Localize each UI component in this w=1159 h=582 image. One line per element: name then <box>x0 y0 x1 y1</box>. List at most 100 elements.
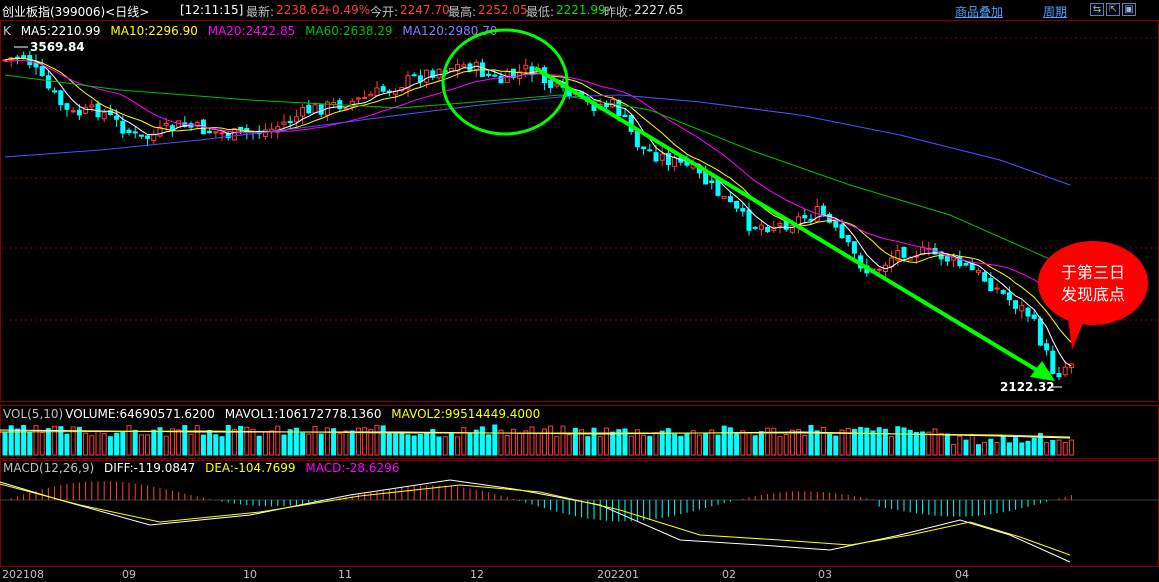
candle <box>851 241 857 254</box>
candle <box>752 226 758 229</box>
volume-bar <box>1031 437 1037 456</box>
volume-bar <box>802 435 808 456</box>
high-marker-label: 3569.84 <box>30 40 85 54</box>
candle <box>647 149 653 152</box>
volume-bar <box>994 441 1000 456</box>
volume-bar <box>182 425 188 456</box>
volume-bar <box>39 432 45 456</box>
volume-bar <box>690 430 696 456</box>
volume-bar <box>951 443 957 456</box>
candle <box>362 97 368 100</box>
candle <box>1044 343 1050 351</box>
volume-bar <box>560 425 566 456</box>
kline-chart[interactable]: 于第三日发现底点 <box>0 0 1159 582</box>
volume-bar <box>448 433 454 456</box>
volume-bar <box>300 432 306 456</box>
volume-bar <box>504 434 510 456</box>
candle <box>163 123 169 126</box>
volume-bar <box>678 435 684 456</box>
volume-bar <box>225 424 231 456</box>
candle <box>994 287 1000 290</box>
volume-bar <box>944 433 950 456</box>
volume-bar <box>318 433 324 456</box>
candle <box>231 128 237 141</box>
volume-bar <box>411 435 417 456</box>
volume-bar <box>913 431 919 456</box>
candle <box>777 222 783 227</box>
volume-bar <box>386 431 392 456</box>
volume-bar <box>789 429 795 456</box>
volume-bar <box>151 429 157 456</box>
callout-text: 于第三日 <box>1061 263 1125 282</box>
candle <box>101 111 107 120</box>
candle <box>355 97 361 100</box>
candle <box>622 114 628 118</box>
candle <box>944 255 950 262</box>
candle <box>1031 314 1037 319</box>
candle <box>659 153 665 161</box>
candle <box>461 64 467 68</box>
volume-bar <box>188 433 194 456</box>
candle <box>721 195 727 199</box>
candle <box>982 272 988 282</box>
candle <box>988 278 994 292</box>
volume-bar <box>597 435 603 456</box>
volume-bar <box>442 436 448 456</box>
volume-bar <box>672 433 678 456</box>
candle <box>293 116 299 123</box>
candle <box>300 106 306 117</box>
candle <box>975 269 981 273</box>
candle <box>703 171 709 185</box>
volume-bar <box>498 429 504 456</box>
candle <box>1000 290 1006 294</box>
volume-bar <box>628 435 634 456</box>
volume-bar <box>393 432 399 456</box>
volume-bar <box>95 430 101 456</box>
volume-bar <box>461 427 467 456</box>
candle <box>89 104 95 108</box>
candle <box>70 110 76 113</box>
volume-bar <box>45 428 51 456</box>
volume-bar <box>591 427 597 456</box>
volume-bar <box>114 432 120 456</box>
candle <box>548 79 554 88</box>
volume-bar <box>163 435 169 456</box>
candle <box>21 55 27 59</box>
volume-bar <box>492 424 498 456</box>
candle <box>963 262 969 266</box>
candle <box>715 179 721 196</box>
volume-bar <box>231 428 237 456</box>
volume-bar <box>808 425 814 456</box>
candle <box>498 75 504 84</box>
volume-bar <box>238 425 244 456</box>
candle <box>281 121 287 125</box>
candle <box>64 103 70 110</box>
candle <box>380 86 386 92</box>
volume-bar <box>455 436 461 456</box>
volume-bar <box>101 433 107 456</box>
volume-bar <box>436 436 442 456</box>
volume-bar <box>262 431 268 456</box>
candle <box>808 218 814 221</box>
volume-bar <box>641 434 647 456</box>
volume-bar <box>876 427 882 456</box>
volume-bar <box>585 436 591 456</box>
volume-bar <box>758 431 764 456</box>
candle <box>126 129 132 134</box>
volume-bar <box>120 431 126 456</box>
candle <box>138 134 144 137</box>
candle <box>1037 318 1043 346</box>
volume-bar <box>889 436 895 456</box>
volume-bar <box>988 438 994 456</box>
volume-bar <box>864 427 870 456</box>
candle <box>901 246 907 258</box>
volume-bar <box>684 432 690 456</box>
volume-bar <box>269 430 275 456</box>
candle <box>213 131 219 134</box>
volume-bar <box>1025 440 1031 456</box>
volume-bar <box>1062 442 1068 456</box>
volume-bar <box>647 435 653 456</box>
candle <box>523 64 529 70</box>
candle <box>145 135 151 139</box>
candle <box>58 90 64 106</box>
